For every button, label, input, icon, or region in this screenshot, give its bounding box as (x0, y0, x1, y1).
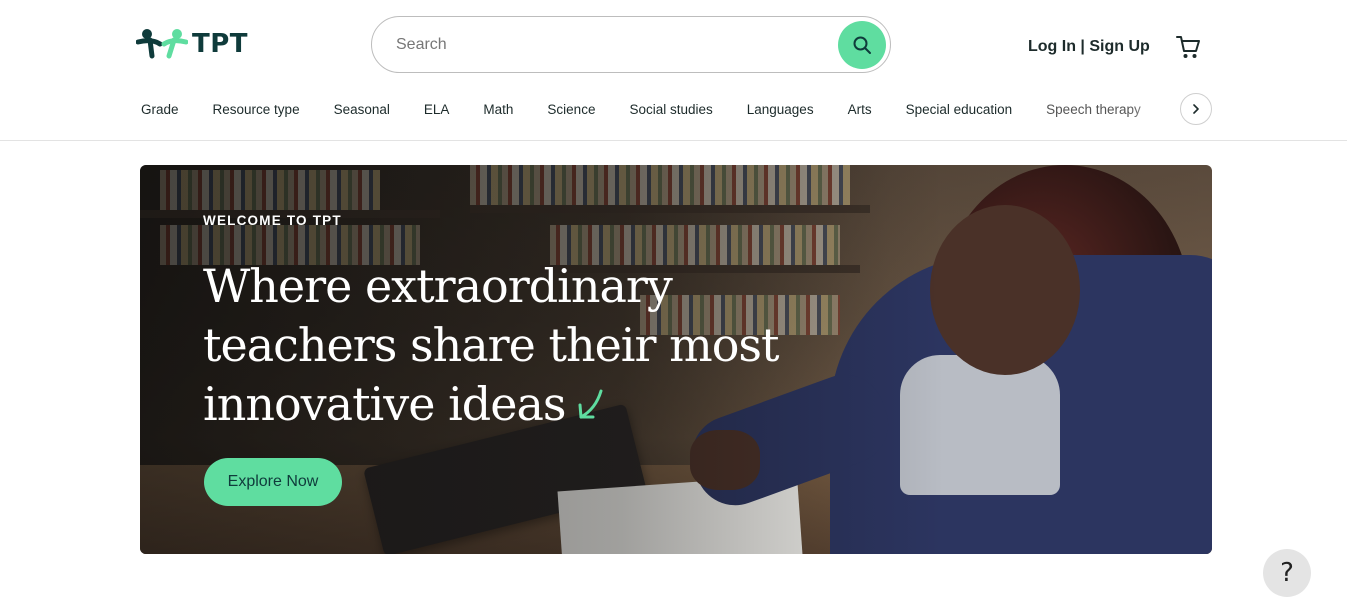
nav-item-resource-type[interactable]: Resource type (196, 102, 317, 117)
hero-headline: Where extraordinary teachers share their… (203, 257, 803, 434)
nav-item-social-studies[interactable]: Social studies (612, 102, 729, 117)
search-bar (371, 16, 891, 73)
hero-headline-line: teachers share their most (203, 318, 780, 372)
explore-now-button[interactable]: Explore Now (204, 458, 342, 506)
nav-item-arts[interactable]: Arts (831, 102, 889, 117)
nav-item-special-education[interactable]: Special education (889, 102, 1030, 117)
search-button[interactable] (838, 21, 886, 69)
cart-button[interactable] (1175, 34, 1201, 65)
arrow-down-left-icon (578, 389, 603, 418)
nav-item-grade[interactable]: Grade (124, 102, 196, 117)
login-signup-link[interactable]: Log In | Sign Up (1028, 38, 1150, 56)
nav-item-science[interactable]: Science (530, 102, 612, 117)
hero-banner: WELCOME TO TPT Where extraordinary teach… (140, 165, 1212, 554)
hero-headline-line-last: innovative ideas (203, 375, 803, 434)
nav-fade (1128, 92, 1178, 126)
cart-icon (1176, 36, 1200, 58)
category-nav: Grade Resource type Seasonal ELA Math Sc… (124, 92, 1158, 126)
help-icon: ? (1280, 558, 1294, 588)
tpt-logo-icon (136, 29, 188, 59)
nav-item-math[interactable]: Math (466, 102, 530, 117)
nav-item-ela[interactable]: ELA (407, 102, 467, 117)
hero-headline-line: innovative ideas (203, 377, 567, 431)
nav-item-seasonal[interactable]: Seasonal (317, 102, 407, 117)
logo-text: TPT (192, 29, 249, 59)
site-header: TPT Log In | Sign Up Grade Resource type… (0, 0, 1347, 141)
search-icon (853, 36, 871, 54)
nav-scroll-right-button[interactable] (1180, 93, 1212, 125)
search-input[interactable] (396, 31, 826, 59)
tpt-logo[interactable]: TPT (136, 28, 248, 60)
hero-eyebrow: WELCOME TO TPT (203, 213, 342, 228)
help-button[interactable]: ? (1263, 549, 1311, 597)
chevron-right-icon (1193, 104, 1199, 114)
hero-headline-line: Where extraordinary (203, 259, 673, 313)
nav-item-languages[interactable]: Languages (730, 102, 831, 117)
